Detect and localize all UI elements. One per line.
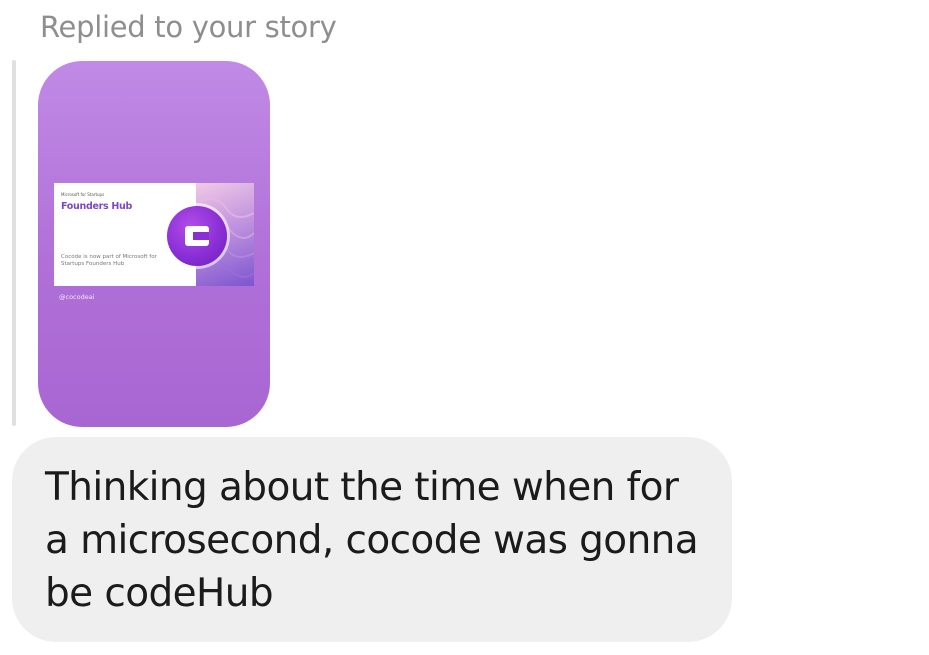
story-caption: @cocodeai: [59, 293, 95, 301]
message-bubble[interactable]: Thinking about the time when for a micro…: [12, 437, 732, 642]
message-text: Thinking about the time when for a micro…: [45, 465, 699, 616]
story-announcement-card: Microsoft for Startups Founders Hub Coco…: [54, 183, 254, 286]
story-thumbnail[interactable]: Microsoft for Startups Founders Hub Coco…: [38, 61, 270, 427]
cocode-logo-icon: [167, 206, 227, 266]
card-title: Founders Hub: [61, 201, 132, 212]
reply-indicator-bar: [12, 60, 16, 426]
replied-to-story-label: Replied to your story: [40, 10, 337, 44]
card-brand-text: Microsoft for Startups: [61, 192, 105, 197]
dm-conversation: Replied to your story Microsoft for Star…: [0, 0, 929, 655]
card-description: Cocode is now part of Microsoft for Star…: [61, 254, 157, 267]
